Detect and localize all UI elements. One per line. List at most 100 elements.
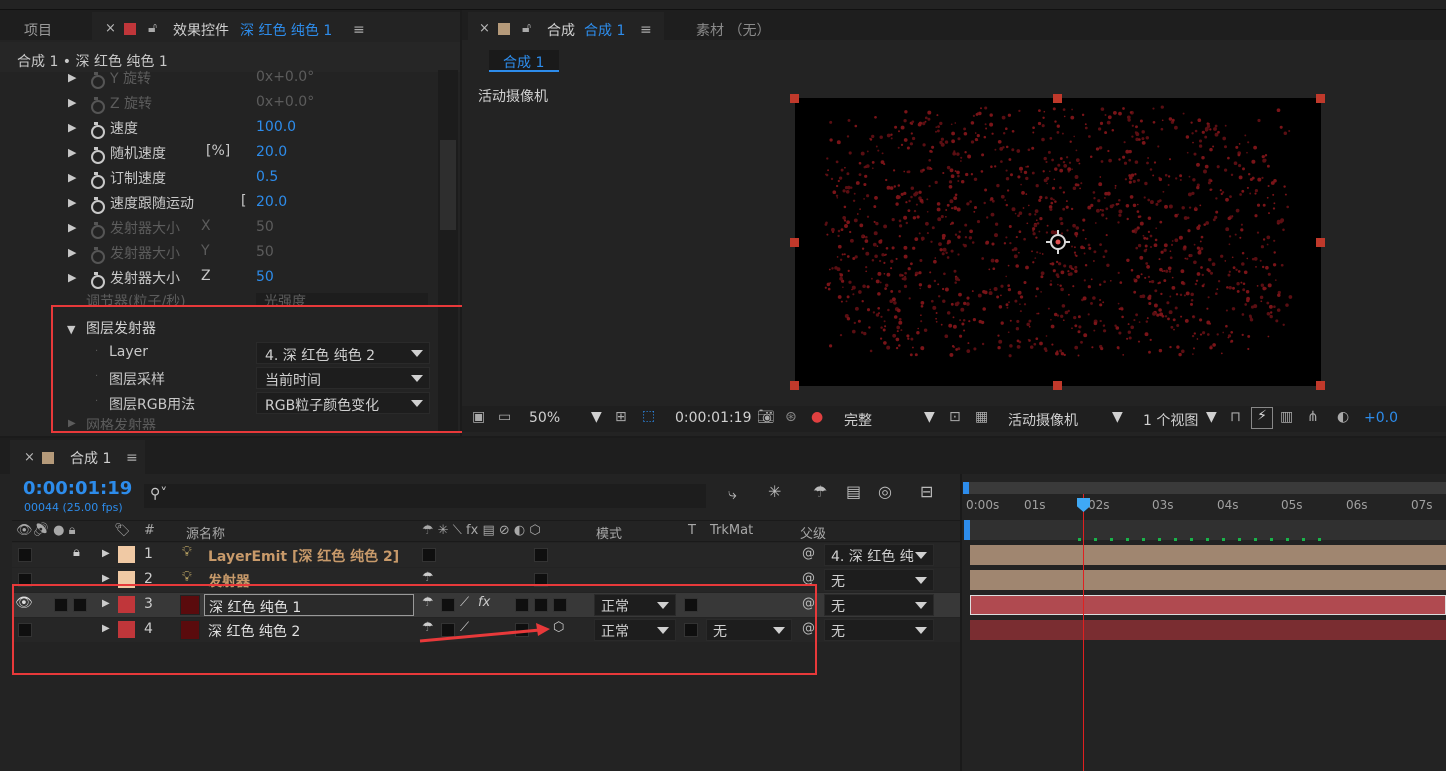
panel-menu-icon[interactable]: ≡ (640, 22, 652, 38)
av-switches-icon[interactable]: 👁︎🔊︎ ● 🔒︎ (16, 523, 76, 538)
col-trkmat[interactable]: TrkMat (710, 523, 753, 538)
current-time[interactable]: 0:00:01:19 (23, 478, 132, 499)
transform-handle[interactable] (790, 381, 799, 390)
prop-value[interactable]: 50 (256, 244, 274, 260)
region-of-interest-icon[interactable]: ⬚ (642, 408, 655, 424)
flowchart-icon[interactable]: ⋔ (1307, 409, 1319, 425)
monitor-icon[interactable]: ▭ (498, 409, 511, 425)
col-t[interactable]: T (688, 523, 696, 538)
panel-menu-icon[interactable]: ≡ (126, 450, 138, 466)
playhead-line[interactable] (1083, 494, 1084, 771)
3d-switch[interactable] (553, 598, 567, 612)
lock-icon[interactable]: 🔒︎ (73, 545, 80, 560)
transparency-grid-icon[interactable]: ▦ (975, 409, 988, 425)
layer-bar-2[interactable] (970, 570, 1446, 590)
fast-previews-icon[interactable]: ⊡ (949, 409, 961, 425)
layer-name[interactable]: LayerEmit [深 红色 纯色 2] (208, 546, 399, 566)
comp-canvas[interactable] (795, 98, 1321, 386)
frame-blending-icon[interactable]: ▤ (846, 482, 861, 501)
toggle-pixel-aspect-icon[interactable]: ⊓ (1230, 409, 1241, 425)
eye-icon[interactable]: 👁︎ (15, 595, 33, 611)
layer-row-1[interactable]: 🔒︎ ▶ 1 💡︎ LayerEmit [深 红色 纯色 2] @ 4. 深 红… (12, 543, 960, 567)
parent-select[interactable]: 无 (824, 569, 934, 591)
exposure-reset-icon[interactable]: ◐ (1337, 409, 1349, 425)
layer-row-3[interactable]: 👁︎ ▶ 3 深 红色 纯色 1 ☂ ⟋ fx 正常 @ 无 (12, 593, 960, 617)
transform-handle[interactable] (1316, 94, 1325, 103)
expand-triangle-icon[interactable]: ▶ (102, 548, 110, 559)
close-icon[interactable]: × (479, 21, 490, 36)
shy-layers-icon[interactable]: ☂ (813, 482, 827, 501)
zoom-select[interactable]: 50% (529, 410, 560, 426)
prop-value[interactable]: 20.0 (256, 144, 287, 160)
mode-select[interactable]: 正常 (594, 594, 676, 616)
pickwhip-icon[interactable]: @ (802, 571, 815, 586)
transform-handle[interactable] (790, 238, 799, 247)
preserve-transparency-toggle[interactable] (684, 598, 698, 612)
tab-project[interactable]: 项目 (24, 20, 52, 40)
parent-select[interactable]: 无 (824, 619, 934, 641)
transform-handle[interactable] (1053, 381, 1062, 390)
stopwatch-icon[interactable] (89, 272, 105, 289)
prop-value[interactable]: 100.0 (256, 119, 296, 135)
exposure-value[interactable]: +0.0 (1364, 410, 1398, 426)
video-toggle[interactable] (18, 573, 32, 587)
tab-composition[interactable]: 合成 (547, 20, 575, 40)
adjustment-switch[interactable] (534, 573, 548, 587)
parent-select[interactable]: 4. 深 红色 纯 (824, 544, 934, 566)
layer-name[interactable]: 发射器 (208, 571, 250, 591)
chevron-down-icon[interactable]: ▼ (1112, 409, 1123, 425)
prop-value[interactable]: 0x+0.0° (256, 94, 314, 110)
shy-icon[interactable]: ☂ (422, 570, 434, 585)
layer-bar-4[interactable] (970, 620, 1446, 640)
search-input[interactable]: ⚲˅ (144, 484, 706, 508)
layer-select[interactable]: 4. 深 红色 纯色 2 (256, 342, 430, 364)
pickwhip-icon[interactable]: @ (802, 546, 815, 561)
work-area-bar[interactable] (964, 482, 1446, 494)
solo-toggle[interactable] (54, 598, 68, 612)
label-color[interactable] (118, 621, 135, 638)
preserve-transparency-toggle[interactable] (684, 623, 698, 637)
color-channels-icon[interactable]: ● (811, 409, 823, 425)
mode-select[interactable]: 正常 (594, 619, 676, 641)
label-icon[interactable]: 🏷︎ (114, 523, 131, 538)
adjustment-switch[interactable] (534, 598, 548, 612)
prop-value[interactable]: 0.5 (256, 169, 278, 185)
timeline-icon[interactable]: ▥ (1280, 409, 1293, 425)
expand-triangle-icon[interactable]: ▶ (102, 598, 110, 609)
chevron-down-icon[interactable]: ▼ (591, 409, 602, 425)
prop-value[interactable]: 20.0 (256, 194, 287, 210)
shy-switch[interactable] (422, 548, 436, 562)
video-toggle[interactable] (18, 548, 32, 562)
expand-triangle-icon[interactable]: ▶ (102, 573, 110, 584)
motion-blur-icon[interactable]: ◎ (878, 482, 892, 501)
layer-bar-3[interactable] (970, 595, 1446, 615)
time-ruler[interactable]: 0:00s 01s 02s 03s 04s 05s 06s 07s (964, 494, 1446, 518)
stopwatch-icon[interactable] (89, 197, 105, 214)
pickwhip-icon[interactable]: @ (802, 621, 815, 636)
label-color[interactable] (118, 571, 135, 588)
layer-name-editor[interactable]: 深 红色 纯色 1 (204, 594, 414, 616)
comp-tab-chip[interactable]: 合成 1 (489, 50, 559, 72)
layer-name[interactable]: 深 红色 纯色 2 (208, 621, 300, 641)
transform-handle[interactable] (1316, 238, 1325, 247)
tab-footage[interactable]: 素材 （无） (696, 20, 770, 40)
transform-handle[interactable] (1053, 94, 1062, 103)
parent-select[interactable]: 无 (824, 594, 934, 616)
stopwatch-icon[interactable] (89, 247, 105, 264)
label-color[interactable] (118, 596, 135, 613)
views-select[interactable]: 1 个视图 (1143, 410, 1198, 430)
chevron-down-icon[interactable]: ▼ (1206, 409, 1217, 425)
comp-mini-flowchart-icon[interactable]: ⤷ (728, 484, 737, 504)
transform-handle[interactable] (790, 94, 799, 103)
close-icon[interactable]: × (105, 21, 116, 36)
graph-editor-icon[interactable]: ⊟ (920, 482, 933, 501)
lock-icon[interactable]: 🔓︎ (522, 20, 531, 36)
show-snapshot-icon[interactable]: ⊛ (785, 409, 797, 425)
fast-draft-icon[interactable]: ⚡︎ (1251, 407, 1273, 429)
quality-icon[interactable]: ⟋ (460, 595, 469, 610)
collapse-switch[interactable] (441, 598, 455, 612)
camera-select[interactable]: 活动摄像机 (1008, 410, 1078, 430)
trkmat-select[interactable]: 无 (706, 619, 792, 641)
expand-triangle-icon[interactable]: ▼ (67, 323, 75, 336)
shy-icon[interactable]: ☂ (422, 595, 434, 610)
